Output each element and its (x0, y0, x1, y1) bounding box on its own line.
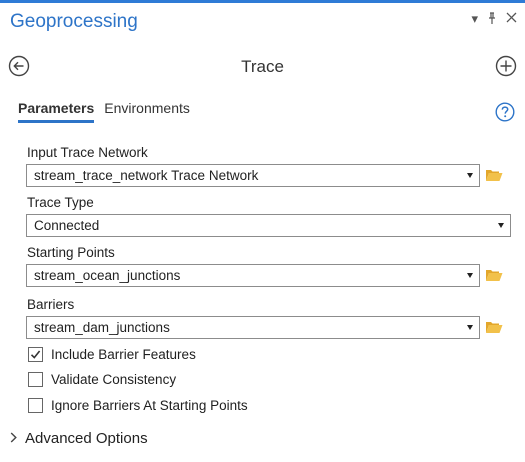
browse-folder-icon[interactable] (485, 320, 503, 334)
input-trace-network-value: stream_trace_network Trace Network (34, 168, 259, 183)
add-icon[interactable] (495, 55, 517, 77)
validate-consistency-checkbox[interactable]: Validate Consistency (28, 372, 176, 387)
tab-environments[interactable]: Environments (104, 100, 190, 123)
chevron-down-icon (467, 325, 473, 330)
starting-points-value: stream_ocean_junctions (34, 268, 181, 283)
ignore-barriers-label: Ignore Barriers At Starting Points (51, 398, 248, 413)
trace-type-label: Trace Type (27, 195, 94, 210)
input-trace-network-dropdown[interactable]: stream_trace_network Trace Network (26, 164, 480, 187)
include-barrier-features-label: Include Barrier Features (51, 347, 196, 362)
starting-points-label: Starting Points (27, 245, 115, 260)
chevron-down-icon (467, 173, 473, 178)
advanced-options-label: Advanced Options (25, 430, 148, 447)
browse-folder-icon[interactable] (485, 268, 503, 282)
checkmark-icon (30, 350, 41, 359)
panel-header: Geoprocessing ▾ (0, 3, 525, 39)
tool-title: Trace (241, 57, 284, 76)
input-trace-network-label: Input Trace Network (27, 145, 148, 160)
ignore-barriers-checkbox[interactable]: Ignore Barriers At Starting Points (28, 398, 248, 413)
chevron-right-icon (10, 431, 17, 446)
barriers-label: Barriers (27, 297, 75, 312)
browse-folder-icon[interactable] (485, 168, 503, 182)
tab-bar: Parameters Environments (18, 100, 190, 123)
close-icon[interactable] (506, 12, 517, 27)
checkbox-box[interactable] (28, 372, 43, 387)
checkbox-box[interactable] (28, 347, 43, 362)
starting-points-dropdown[interactable]: stream_ocean_junctions (26, 264, 480, 287)
advanced-options-expander[interactable]: Advanced Options (10, 430, 148, 447)
pin-icon[interactable] (487, 12, 497, 27)
dropdown-menu-icon[interactable]: ▾ (471, 12, 478, 27)
help-icon[interactable] (495, 102, 515, 122)
trace-type-value: Connected (34, 218, 100, 233)
chevron-down-icon (498, 223, 504, 228)
include-barrier-features-checkbox[interactable]: Include Barrier Features (28, 347, 196, 362)
barriers-dropdown[interactable]: stream_dam_junctions (26, 316, 480, 339)
validate-consistency-label: Validate Consistency (51, 372, 177, 387)
tab-parameters[interactable]: Parameters (18, 100, 95, 123)
trace-type-dropdown[interactable]: Connected (26, 214, 511, 237)
barriers-value: stream_dam_junctions (34, 320, 170, 335)
panel-title: Geoprocessing (10, 11, 138, 32)
chevron-down-icon (467, 273, 473, 278)
checkbox-box[interactable] (28, 398, 43, 413)
